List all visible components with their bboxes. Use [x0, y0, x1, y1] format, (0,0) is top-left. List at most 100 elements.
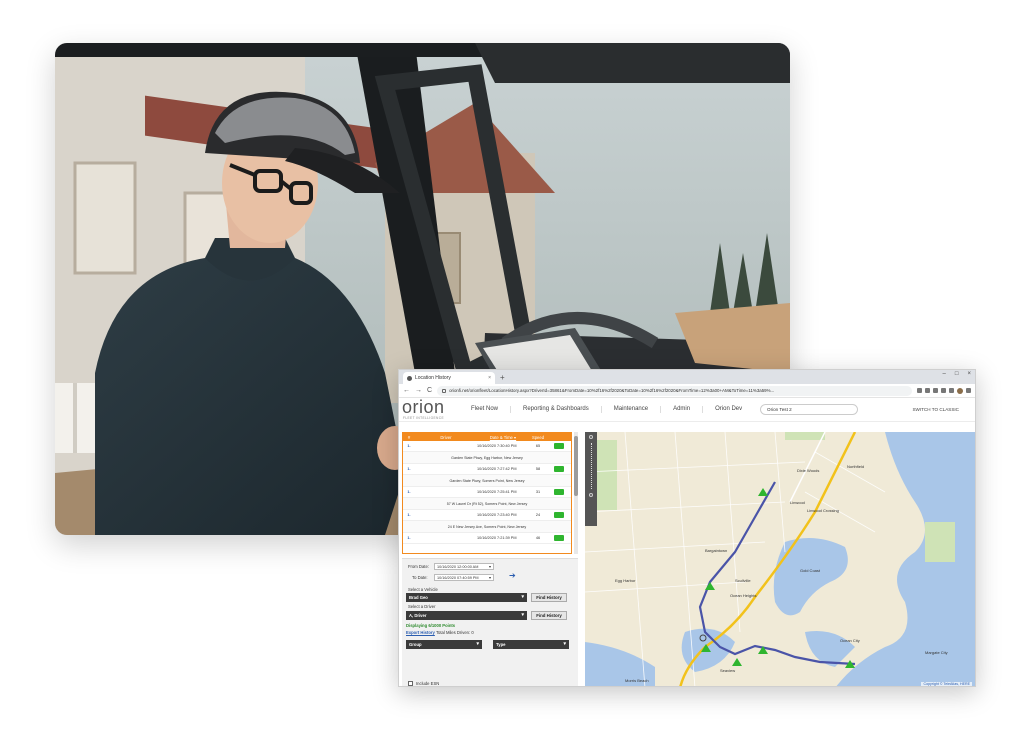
- close-window-button[interactable]: ×: [967, 371, 971, 377]
- row-address: Garden State Pkwy, Somers Point, New Jer…: [403, 475, 571, 487]
- menu-fleet-now[interactable]: Fleet Now: [459, 406, 512, 413]
- map-label: Morris Beach: [625, 678, 649, 683]
- extension-icon[interactable]: [933, 388, 938, 393]
- minimize-button[interactable]: –: [943, 371, 946, 377]
- row-address: Garden State Pkwy, Egg Harbor, New Jerse…: [403, 452, 571, 464]
- table-row[interactable]: 1. 10/16/2020 7:25:41 PM 31: [403, 487, 571, 498]
- table-row[interactable]: 1. 10/16/2020 7:27:42 PM 58: [403, 464, 571, 475]
- truck-icon: [554, 443, 564, 449]
- maximize-button[interactable]: □: [955, 371, 959, 377]
- table-scrollbar[interactable]: [574, 432, 578, 554]
- col-speed-header[interactable]: Speed: [529, 435, 547, 440]
- page-favicon-icon: [407, 375, 412, 381]
- to-date-input[interactable]: 10/16/2020 07:40:59 PM: [434, 574, 494, 581]
- apply-date-arrow-icon[interactable]: ➔: [509, 571, 516, 580]
- vehicle-select[interactable]: Brad Geo: [406, 593, 527, 602]
- vehicle-label: Select a Vehicle: [408, 587, 438, 592]
- map-label: Gold Coast: [800, 568, 821, 573]
- zoom-slider[interactable]: [590, 443, 592, 489]
- extension-icon[interactable]: [941, 388, 946, 393]
- map-label: Egg Harbor: [615, 578, 636, 583]
- filter-form: From Date: 10/16/2020 12:00:00 AM To Dat…: [402, 558, 578, 686]
- row-speed: 58: [535, 467, 541, 471]
- browser-window: Location History × + – □ × ← → C orionfi…: [398, 369, 976, 687]
- zoom-out-icon[interactable]: [589, 493, 593, 497]
- main-menu: Fleet Now Reporting & Dashboards Mainten…: [459, 406, 754, 413]
- map-zoom-control[interactable]: [585, 432, 597, 526]
- row-speed: 31: [535, 490, 541, 494]
- type-select[interactable]: Type: [493, 640, 569, 649]
- route-map[interactable]: Northfield Linwood Linwood Crossing Ocea…: [585, 432, 975, 687]
- find-history-vehicle-button[interactable]: Find History: [531, 593, 567, 602]
- row-number[interactable]: 1.: [403, 444, 415, 448]
- group-select[interactable]: Group: [406, 640, 482, 649]
- map-label: Dixie Woods: [797, 468, 819, 473]
- menu-orion-dev[interactable]: Orion Dev: [703, 406, 754, 413]
- driver-select[interactable]: A, Driver: [406, 611, 527, 620]
- profile-avatar[interactable]: [957, 387, 963, 394]
- switch-to-classic-link[interactable]: SWITCH TO CLASSIC: [912, 407, 959, 412]
- history-table: # Driver Date & Time ▾ Speed 1. 10/16/20…: [402, 432, 572, 554]
- truck-icon: [554, 466, 564, 472]
- from-date-input[interactable]: 10/16/2020 12:00:00 AM: [434, 563, 494, 570]
- table-header: # Driver Date & Time ▾ Speed: [403, 433, 571, 441]
- map-label: Seaview: [720, 668, 735, 673]
- map-label: Ocean Heights: [730, 593, 756, 598]
- row-status: [547, 535, 571, 541]
- row-number[interactable]: 1.: [403, 490, 415, 494]
- row-speed: 65: [535, 444, 541, 448]
- forward-button[interactable]: →: [415, 387, 422, 394]
- row-datetime: 10/16/2020 7:25:41 PM: [477, 490, 517, 494]
- map-copyright[interactable]: Copyright © TeleAtlas, HERE: [921, 682, 972, 686]
- export-history-link[interactable]: Export History: [406, 630, 435, 635]
- map-label: Ocean City: [840, 638, 860, 643]
- zoom-in-icon[interactable]: [589, 435, 593, 439]
- row-datetime: 10/16/2020 7:21:39 PM: [477, 536, 517, 540]
- map-label: Northfield: [847, 464, 864, 469]
- logo-wordmark: orion: [402, 396, 445, 417]
- star-icon[interactable]: [917, 388, 922, 393]
- map-label: Margate City: [925, 650, 948, 655]
- truck-icon: [554, 535, 564, 541]
- row-number[interactable]: 1.: [403, 467, 415, 471]
- new-tab-button[interactable]: +: [500, 372, 505, 384]
- puzzle-icon[interactable]: [949, 388, 954, 393]
- table-row[interactable]: 1. 10/16/2020 7:23:40 PM 24: [403, 510, 571, 521]
- row-speed: 46: [535, 536, 541, 540]
- tab-close-icon[interactable]: ×: [488, 375, 491, 381]
- menu-maintenance[interactable]: Maintenance: [602, 406, 662, 413]
- back-button[interactable]: ←: [403, 387, 410, 394]
- menu-admin[interactable]: Admin: [661, 406, 704, 413]
- url-text: orionfi.net/orionfleet/LocationHistory.a…: [449, 388, 775, 393]
- find-history-driver-button[interactable]: Find History: [531, 611, 567, 620]
- account-selector[interactable]: Orion Test 2: [760, 404, 858, 415]
- orion-logo[interactable]: orion FLEET INTELLIGENCE: [399, 398, 459, 422]
- map-label: Linwood Crossing: [807, 508, 839, 513]
- include-esn-checkbox[interactable]: [408, 681, 413, 686]
- scrollbar-thumb[interactable]: [574, 436, 578, 496]
- history-panel: # Driver Date & Time ▾ Speed 1. 10/16/20…: [399, 422, 581, 686]
- col-datetime-header[interactable]: Date & Time ▾: [477, 435, 529, 440]
- tab-title: Location History: [415, 375, 451, 381]
- col-number-header: #: [407, 434, 411, 440]
- extension-icons: [917, 387, 971, 394]
- export-row: Export History Total Miles Driven: 0: [406, 630, 474, 635]
- menu-reporting-dashboards[interactable]: Reporting & Dashboards: [511, 406, 602, 413]
- extension-icon[interactable]: [925, 388, 930, 393]
- driver-label: Select a Driver: [408, 604, 436, 609]
- url-field[interactable]: orionfi.net/orionfleet/LocationHistory.a…: [437, 385, 912, 396]
- table-row[interactable]: 1. 10/16/2020 7:30:40 PM 65: [403, 441, 571, 452]
- col-driver-header[interactable]: Driver: [415, 435, 477, 440]
- map-canvas[interactable]: Northfield Linwood Linwood Crossing Ocea…: [585, 432, 975, 687]
- row-address: 24 E New Jersey Ave, Somers Point, New J…: [403, 521, 571, 533]
- address-bar-row: ← → C orionfi.net/orionfleet/LocationHis…: [399, 384, 975, 398]
- kebab-menu-icon[interactable]: [966, 388, 971, 393]
- table-row[interactable]: 1. 10/16/2020 7:21:39 PM 46: [403, 533, 571, 544]
- page-content: # Driver Date & Time ▾ Speed 1. 10/16/20…: [399, 422, 975, 687]
- browser-tab[interactable]: Location History ×: [403, 372, 495, 384]
- reload-button[interactable]: C: [427, 387, 432, 394]
- row-status: [547, 512, 571, 518]
- row-status: [547, 443, 571, 449]
- row-number[interactable]: 1.: [403, 513, 415, 517]
- row-number[interactable]: 1.: [403, 536, 415, 540]
